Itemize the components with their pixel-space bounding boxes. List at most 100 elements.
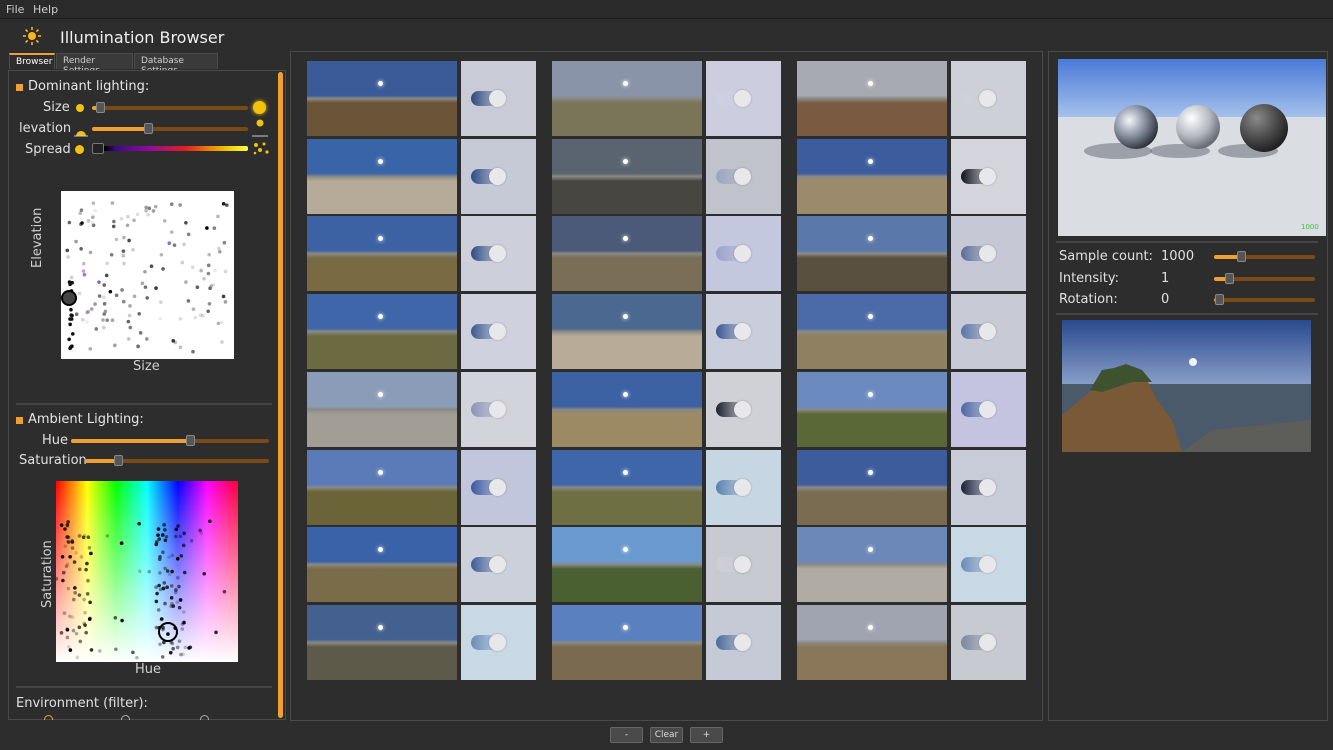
hue-slider-handle[interactable] [185,435,195,446]
scatter-point [178,317,183,321]
environment-thumbnail[interactable] [552,216,702,291]
elevation-slider[interactable] [92,123,248,134]
hue-point [222,589,227,594]
intensity-label: Intensity: [1059,271,1120,286]
menu-help[interactable]: Help [33,3,58,16]
environment-light-preview[interactable] [461,527,536,602]
environment-light-preview[interactable] [951,61,1026,136]
environment-light-preview[interactable] [461,294,536,369]
hue-point [77,534,82,538]
environment-light-preview[interactable] [461,450,536,525]
environment-thumbnail[interactable] [797,61,947,136]
environment-light-preview[interactable] [461,216,536,291]
environment-light-preview[interactable] [951,605,1026,680]
hue-point [177,605,182,610]
environment-thumbnail[interactable] [307,450,457,525]
environment-light-preview[interactable] [461,61,536,136]
add-button[interactable]: + [690,727,723,743]
hue-point [167,555,171,559]
hue-point [60,554,65,559]
tab-database-settings[interactable]: Database Settings [134,53,218,76]
scatter-point [184,280,188,284]
environment-thumbnail[interactable] [307,216,457,291]
environment-thumbnail[interactable] [307,139,457,214]
tab-render-settings[interactable]: Render Settings [56,53,133,76]
environment-thumbnail[interactable] [307,605,457,680]
remove-button[interactable]: - [610,727,643,743]
environment-light-preview[interactable] [706,450,781,525]
environment-thumbnail[interactable] [552,61,702,136]
environment-light-preview[interactable] [706,527,781,602]
environment-thumbnail[interactable] [307,294,457,369]
hue-selection-marker[interactable] [158,622,178,642]
scatter-point [209,284,213,288]
intensity-slider[interactable] [1214,273,1315,284]
scatter-point [138,331,143,335]
environment-thumbnail[interactable] [307,372,457,447]
intensity-slider-handle[interactable] [1225,273,1235,284]
environment-light-preview[interactable] [951,139,1026,214]
scatter-selection-marker[interactable] [61,290,77,306]
tab-browser[interactable]: Browser [9,53,55,69]
environment-light-preview[interactable] [951,294,1026,369]
saturation-slider-handle[interactable] [114,455,124,466]
saturation-slider[interactable] [85,455,269,466]
environment-light-preview[interactable] [706,139,781,214]
scatter-point [178,345,183,350]
environment-thumbnail[interactable] [797,527,947,602]
environment-light-preview[interactable] [706,372,781,447]
environment-thumbnail[interactable] [797,372,947,447]
environment-thumbnail[interactable] [797,139,947,214]
environment-light-preview[interactable] [951,216,1026,291]
environment-light-preview[interactable] [951,372,1026,447]
environment-light-preview[interactable] [706,216,781,291]
size-slider-handle[interactable] [95,102,105,113]
menu-bar: File Help [0,0,1333,19]
environment-light-preview[interactable] [951,450,1026,525]
environment-light-preview[interactable] [706,61,781,136]
environment-light-preview[interactable] [461,139,536,214]
environment-light-preview[interactable] [706,605,781,680]
hue-saturation-plot[interactable] [54,481,238,662]
environment-light-preview[interactable] [951,527,1026,602]
spread-slider[interactable] [92,143,248,154]
scatter-point [89,307,94,311]
left-panel-scrollbar[interactable] [278,72,283,718]
environment-light-preview[interactable] [461,372,536,447]
environment-thumbnail[interactable] [307,527,457,602]
environment-thumbnail[interactable] [797,450,947,525]
environment-thumbnail[interactable] [797,216,947,291]
sun-highlight [868,314,873,319]
sunset-icon [74,131,88,137]
sun-highlight [868,236,873,241]
size-elevation-scatter[interactable] [61,191,234,359]
environment-thumbnail[interactable] [797,294,947,369]
environment-thumbnail[interactable] [797,605,947,680]
environment-thumbnail[interactable] [552,294,702,369]
environment-thumbnail[interactable] [552,605,702,680]
environment-radio[interactable] [121,715,130,720]
sample-count-slider[interactable] [1214,251,1315,262]
spread-slider-handle[interactable] [92,143,104,154]
scatter-point [206,309,210,314]
environment-thumbnail[interactable] [307,61,457,136]
hue-point [88,600,92,605]
elevation-slider-handle[interactable] [144,123,154,134]
environment-radio[interactable] [44,715,53,720]
size-slider[interactable] [92,102,248,113]
clear-button[interactable]: Clear [650,727,683,743]
rotation-slider-handle[interactable] [1215,294,1225,305]
menu-file[interactable]: File [6,3,24,16]
hue-point [156,527,161,531]
environment-thumbnail[interactable] [552,527,702,602]
environment-thumbnail[interactable] [552,139,702,214]
environment-thumbnail[interactable] [552,372,702,447]
rotation-slider[interactable] [1214,294,1315,305]
environment-radio[interactable] [200,715,209,720]
environment-thumbnail[interactable] [552,450,702,525]
hue-slider[interactable] [71,435,269,446]
environment-light-preview[interactable] [461,605,536,680]
scatter-point [161,267,165,271]
environment-light-preview[interactable] [706,294,781,369]
sample-count-slider-handle[interactable] [1237,251,1247,262]
